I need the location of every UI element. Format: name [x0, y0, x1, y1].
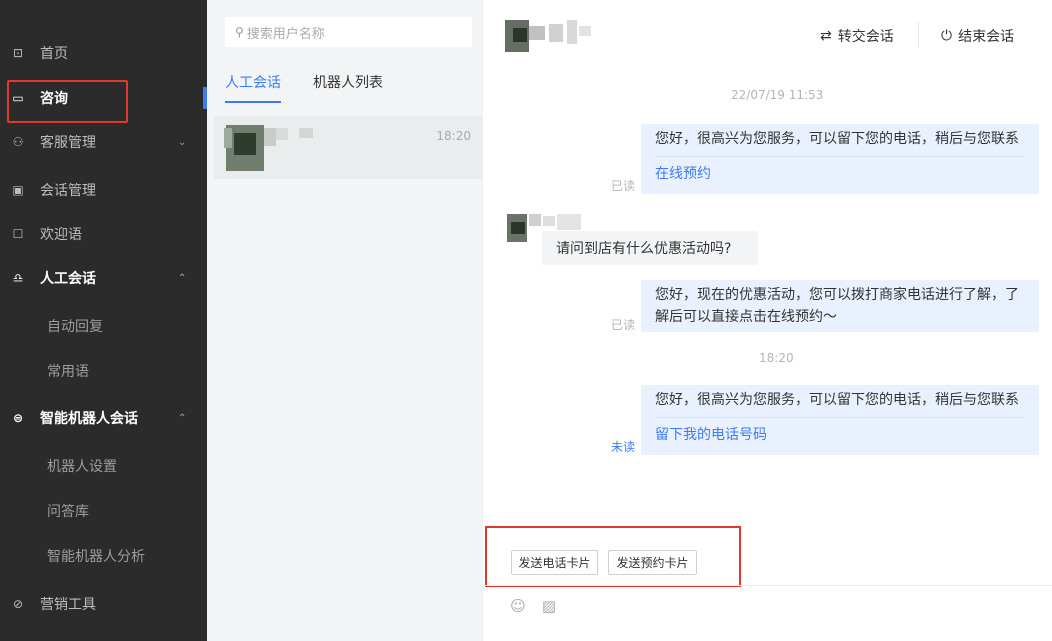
marketing-icon: ⊘ [12, 597, 24, 611]
chevron-up-icon: ⌃ [178, 412, 187, 424]
online-booking-link[interactable]: 在线预约 [655, 163, 1025, 185]
sub-item-label: 智能机器人分析 [47, 549, 145, 565]
card-divider [655, 156, 1025, 157]
nav-item-robot-session[interactable]: ⊜ 智能机器人会话 ⌃ [0, 398, 207, 438]
sub-item-robot-settings[interactable]: 机器人设置 [0, 446, 207, 486]
leave-phone-link[interactable]: 留下我的电话号码 [655, 424, 1025, 446]
nav-item-manual-session[interactable]: ♎ 人工会话 ⌃ [0, 258, 207, 298]
message-text: 您好，很高兴为您服务，可以留下您的电话，稍后与您联系 [655, 131, 1019, 147]
app-window: ⊡ 首页 ▭ 咨询 ⚇ 客服管理 ⌄ ▣ 会话管理 ☐ 欢迎语 ♎ 人工会话 ⌃… [0, 0, 1052, 641]
header-divider [918, 22, 919, 48]
clipboard-icon: ▣ [12, 183, 24, 197]
nav-item-consult[interactable]: ▭ 咨询 [0, 78, 207, 118]
sub-item-common-phrases[interactable]: 常用语 [0, 351, 207, 391]
sub-item-label: 机器人设置 [47, 459, 117, 475]
sub-item-qa-library[interactable]: 问答库 [0, 491, 207, 531]
outgoing-message-card: 您好，很高兴为您服务，可以留下您的电话，稍后与您联系 在线预约 [641, 124, 1039, 194]
nav-label: 智能机器人会话 [40, 411, 138, 427]
message-timestamp: 22/07/19 11:53 [731, 88, 824, 102]
sub-item-label: 自动回复 [47, 319, 103, 335]
message-text: 请问到店有什么优惠活动吗? [556, 241, 732, 257]
message-timestamp: 18:20 [759, 351, 794, 365]
tab-underline [225, 101, 281, 103]
nav-label: 营销工具 [40, 597, 96, 613]
outgoing-message-card: 您好，很高兴为您服务，可以留下您的电话，稍后与您联系 留下我的电话号码 [641, 385, 1039, 455]
search-input[interactable]: ⚲ 搜索用户名称 [225, 17, 472, 47]
nav-label: 首页 [40, 46, 68, 62]
home-icon: ⊡ [12, 46, 24, 60]
headset-icon: ♎ [12, 271, 24, 285]
transfer-icon: ⇄ [820, 28, 832, 44]
sub-item-label: 常用语 [47, 364, 89, 380]
conversation-list-panel: ⚲ 搜索用户名称 人工会话 机器人列表 18:20 [207, 0, 483, 641]
nav-item-customer-service[interactable]: ⚇ 客服管理 ⌄ [0, 122, 207, 162]
read-status: 已读 [611, 179, 636, 193]
send-phone-card-button[interactable]: 发送电话卡片 [511, 550, 598, 575]
sidebar: ⊡ 首页 ▭ 咨询 ⚇ 客服管理 ⌄ ▣ 会话管理 ☐ 欢迎语 ♎ 人工会话 ⌃… [0, 0, 207, 641]
tab-manual-session[interactable]: 人工会话 [225, 72, 281, 92]
nav-label: 欢迎语 [40, 227, 82, 243]
send-booking-card-button[interactable]: 发送预约卡片 [608, 550, 697, 575]
search-placeholder: 搜索用户名称 [246, 26, 325, 42]
greeting-icon: ☐ [12, 227, 24, 241]
incoming-message-bubble: 请问到店有什么优惠活动吗? [542, 231, 758, 265]
image-icon[interactable]: ▨ [541, 597, 557, 615]
sub-item-robot-analytics[interactable]: 智能机器人分析 [0, 536, 207, 576]
robot-icon: ⊜ [12, 411, 24, 425]
tab-robot-list[interactable]: 机器人列表 [313, 72, 383, 92]
chat-panel: ⇄ 转交会话 ⏻ 结束会话 22/07/19 11:53 您好，很高兴为您服务，… [483, 0, 1052, 641]
nav-label: 会话管理 [40, 183, 96, 199]
card-divider [655, 417, 1025, 418]
sub-item-auto-reply[interactable]: 自动回复 [0, 306, 207, 346]
end-session-button[interactable]: ⏻ 结束会话 [941, 26, 1014, 46]
message-text: 您好，现在的优惠活动，您可以拨打商家电话进行了解，了解后可以直接点击在线预约～ [655, 287, 1019, 325]
nav-label: 咨询 [40, 91, 68, 107]
unread-status: 未读 [611, 440, 636, 454]
outgoing-message-bubble: 您好，现在的优惠活动，您可以拨打商家电话进行了解，了解后可以直接点击在线预约～ [641, 280, 1039, 332]
conversation-list-item[interactable]: 18:20 [214, 116, 483, 179]
chevron-down-icon: ⌄ [178, 136, 187, 148]
message-text: 您好，很高兴为您服务，可以留下您的电话，稍后与您联系 [655, 392, 1019, 408]
chevron-up-icon: ⌃ [178, 272, 187, 284]
chat-header: ⇄ 转交会话 ⏻ 结束会话 [483, 0, 1052, 65]
transfer-session-button[interactable]: ⇄ 转交会话 [820, 26, 894, 46]
nav-item-session-management[interactable]: ▣ 会话管理 [0, 170, 207, 210]
input-divider [483, 585, 1052, 586]
emoji-icon[interactable]: ☺ [510, 597, 526, 615]
nav-label: 人工会话 [40, 271, 96, 287]
nav-item-welcome[interactable]: ☐ 欢迎语 [0, 214, 207, 254]
nav-item-marketing[interactable]: ⊘ 营销工具 [0, 584, 207, 624]
read-status: 已读 [611, 318, 636, 332]
search-icon: ⚲ [235, 25, 244, 39]
end-label: 结束会话 [958, 29, 1015, 45]
nav-label: 客服管理 [40, 135, 96, 151]
user-group-icon: ⚇ [12, 135, 24, 149]
power-icon: ⏻ [941, 28, 953, 44]
transfer-label: 转交会话 [837, 29, 894, 45]
nav-item-home[interactable]: ⊡ 首页 [0, 33, 207, 73]
sub-item-label: 问答库 [47, 504, 89, 520]
chat-icon: ▭ [12, 91, 24, 105]
conversation-time: 18:20 [436, 129, 471, 143]
